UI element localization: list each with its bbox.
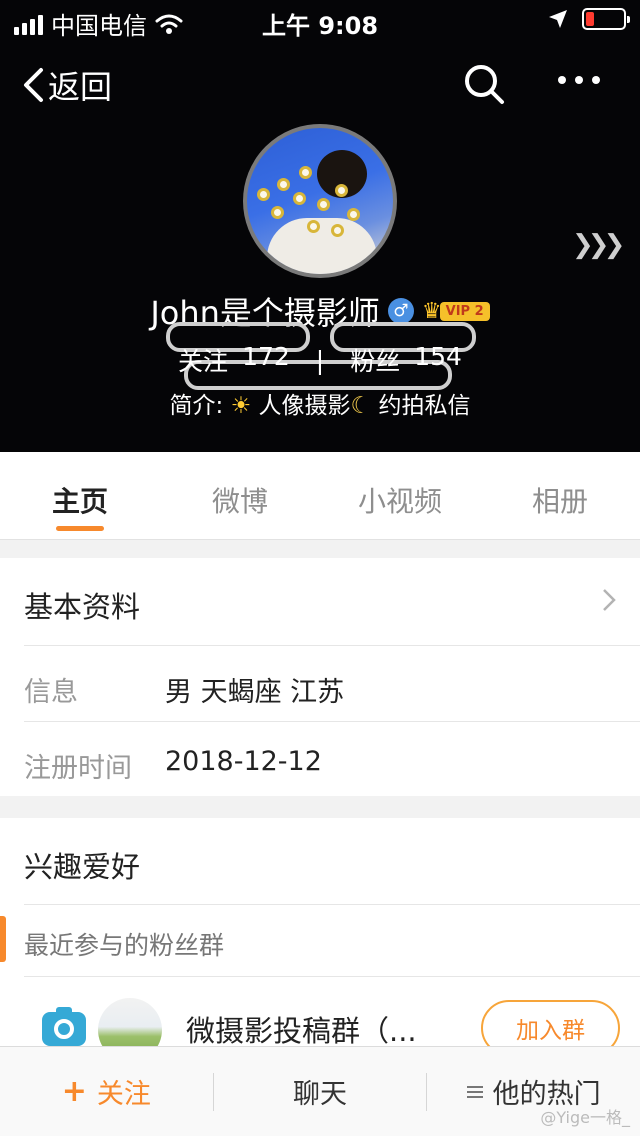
sun-icon: ☀ <box>230 393 252 419</box>
profile-tabs: 主页 微博 小视频 相册 <box>0 452 640 540</box>
following-label: 关注 <box>178 347 229 376</box>
following-count: 172 <box>242 342 290 371</box>
groups-heading: 最近参与的粉丝群 <box>24 931 225 960</box>
status-right <box>548 8 630 30</box>
intro-suffix: 约拍私信 <box>378 393 471 419</box>
divider <box>24 721 640 722</box>
basic-info-card: 基本资料 信息 男 天蝎座 江苏 注册时间 2018-12-12 <box>0 558 640 796</box>
stat-separator: | <box>315 345 325 375</box>
status-time: 上午 9:08 <box>261 12 379 40</box>
tab-album[interactable]: 相册 <box>480 452 640 539</box>
active-tab-indicator <box>56 526 104 531</box>
chat-label: 聊天 <box>293 1079 347 1110</box>
info-label: 信息 <box>24 677 78 708</box>
dot <box>592 76 600 84</box>
divider <box>24 976 640 977</box>
vip-label: VIP 2 <box>439 301 490 321</box>
dot <box>575 76 583 84</box>
chevrons-right-icon[interactable]: ❯❯❯ <box>572 230 625 260</box>
interests-title: 兴趣爱好 <box>24 850 141 884</box>
more-button[interactable] <box>554 72 604 88</box>
tab-weibo[interactable]: 微博 <box>160 452 320 539</box>
search-icon <box>465 65 504 104</box>
intro-prefix: 简介: <box>169 393 224 419</box>
vip-badge[interactable]: ♛ VIP 2 <box>422 299 490 324</box>
male-icon: ♂ <box>387 298 414 324</box>
back-button[interactable]: 返回 <box>22 62 112 108</box>
tab-label: 相册 <box>531 485 588 518</box>
tab-label: 主页 <box>51 485 108 518</box>
profile-intro: 简介: ☀ 人像摄影☾ 约拍私信 <box>0 386 640 420</box>
plus-icon: + <box>61 1074 87 1109</box>
register-label: 注册时间 <box>24 753 132 784</box>
basic-info-title: 基本资料 <box>24 590 141 624</box>
register-value: 2018-12-12 <box>165 746 322 777</box>
profile-name-row: John是个摄影师 ♂ ♛ VIP 2 <box>0 288 640 334</box>
crown-icon: ♛ <box>421 298 442 324</box>
chat-button[interactable]: 聊天 <box>214 1047 427 1136</box>
avatar[interactable] <box>243 124 397 278</box>
followers-label: 粉丝 <box>350 347 401 376</box>
chevron-right-icon <box>602 588 616 619</box>
section-marker <box>0 916 6 962</box>
tab-home[interactable]: 主页 <box>0 452 160 539</box>
followers-count: 154 <box>414 342 462 371</box>
dot <box>558 76 566 84</box>
followers-stat[interactable]: 粉丝 154 <box>350 342 462 378</box>
intro-text: 人像摄影 <box>258 393 351 419</box>
chevron-left-icon <box>24 68 43 102</box>
status-bar: 中国电信 上午 9:08 <box>0 0 640 40</box>
follow-label: 关注 <box>96 1079 151 1110</box>
battery-icon <box>582 8 630 30</box>
group-name: 微摄影投稿群（... <box>186 1014 417 1048</box>
follow-button[interactable]: + 关注 <box>0 1047 213 1136</box>
fan-group-item[interactable]: 微摄影投稿群（... 加入群 <box>0 994 640 1062</box>
basic-info-header[interactable]: 基本资料 <box>24 584 640 626</box>
search-button[interactable] <box>462 62 506 106</box>
follow-stats: 关注 172 | 粉丝 154 <box>0 342 640 378</box>
tab-short-video[interactable]: 小视频 <box>320 452 480 539</box>
back-label: 返回 <box>48 68 113 106</box>
camera-icon <box>42 1007 86 1046</box>
divider <box>24 645 640 646</box>
divider <box>24 904 640 905</box>
moon-icon: ☾ <box>350 393 372 419</box>
tab-label: 小视频 <box>357 485 442 518</box>
following-stat[interactable]: 关注 172 <box>178 342 290 378</box>
list-icon <box>466 1085 483 1098</box>
tab-label: 微博 <box>211 485 268 518</box>
profile-header: 中国电信 上午 9:08 返回 ❯❯❯ John是个摄影师 ♂ ♛ VIP 2 … <box>0 0 640 452</box>
location-arrow-icon <box>549 10 567 28</box>
info-value: 男 天蝎座 江苏 <box>165 677 345 708</box>
watermark: @Yige一格_ <box>540 1108 630 1127</box>
